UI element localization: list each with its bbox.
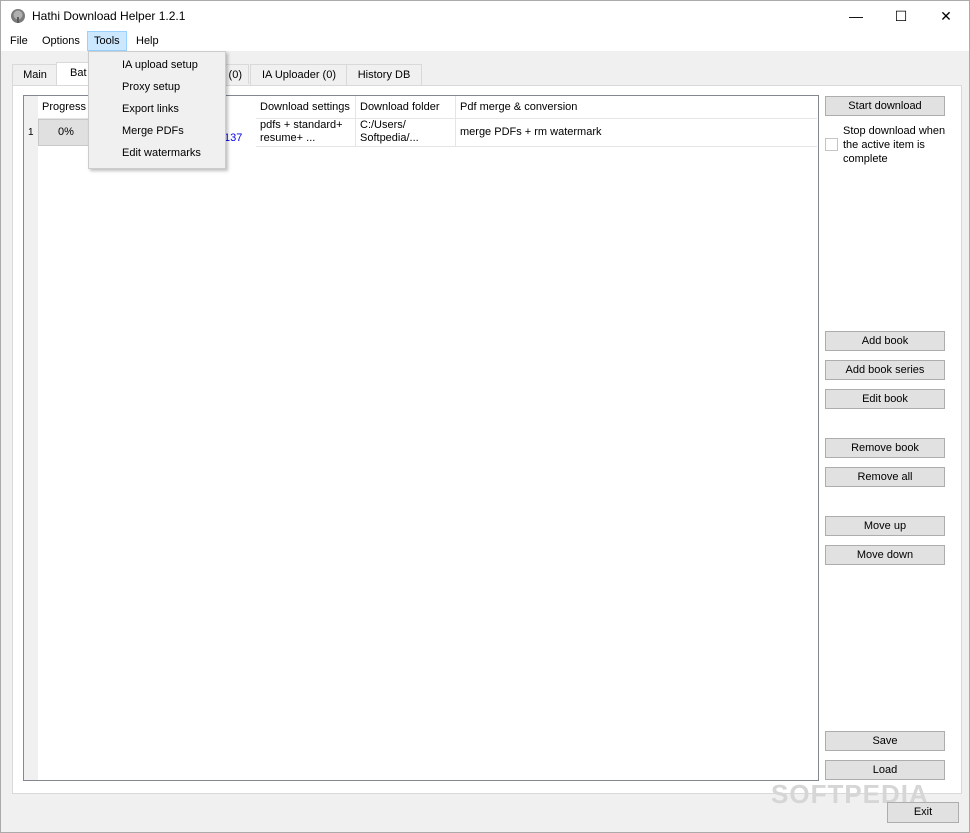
- move-up-button[interactable]: Move up: [825, 516, 945, 536]
- row-index: 1: [28, 127, 34, 138]
- batch-grid[interactable]: Progress Download settings Download fold…: [23, 95, 819, 781]
- menu-options[interactable]: Options: [36, 32, 86, 50]
- progress-cell: 0%: [38, 119, 94, 146]
- stop-when-complete-checkbox[interactable]: [825, 138, 838, 151]
- menu-item-ia-upload-setup[interactable]: IA upload setup: [122, 59, 198, 71]
- menu-tools[interactable]: Tools: [87, 31, 127, 51]
- start-download-button[interactable]: Start download: [825, 96, 945, 116]
- exit-button[interactable]: Exit: [887, 802, 959, 823]
- menu-bar: File Options Tools Help: [1, 31, 969, 51]
- add-book-button[interactable]: Add book: [825, 331, 945, 351]
- column-header-pdf-merge[interactable]: Pdf merge & conversion: [456, 96, 817, 119]
- download-settings-cell: pdfs + standard+ resume+ ...: [256, 119, 356, 147]
- column-header-download-settings[interactable]: Download settings: [256, 96, 356, 119]
- maximize-icon: ☐: [894, 7, 908, 24]
- tab-ia-uploader[interactable]: IA Uploader (0): [250, 64, 348, 85]
- maximize-button[interactable]: ☐: [878, 1, 924, 31]
- remove-all-button[interactable]: Remove all: [825, 467, 945, 487]
- move-down-button[interactable]: Move down: [825, 545, 945, 565]
- elephant-app-icon: [11, 9, 25, 23]
- remove-book-button[interactable]: Remove book: [825, 438, 945, 458]
- menu-item-export-links[interactable]: Export links: [122, 103, 179, 115]
- menu-item-proxy-setup[interactable]: Proxy setup: [122, 81, 180, 93]
- menu-item-edit-watermarks[interactable]: Edit watermarks: [122, 147, 201, 159]
- minimize-icon: —: [849, 8, 863, 24]
- menu-item-merge-pdfs[interactable]: Merge PDFs: [122, 125, 184, 137]
- row-header-column: [24, 96, 38, 780]
- add-book-series-button[interactable]: Add book series: [825, 360, 945, 380]
- load-button[interactable]: Load: [825, 760, 945, 780]
- close-button[interactable]: ✕: [923, 1, 969, 31]
- window-title: Hathi Download Helper 1.2.1: [32, 9, 186, 23]
- save-button[interactable]: Save: [825, 731, 945, 751]
- tools-dropdown-menu: IA upload setup Proxy setup Export links…: [88, 51, 226, 169]
- stop-when-complete-label: Stop download when the active item is co…: [843, 125, 946, 165]
- menu-help[interactable]: Help: [130, 32, 165, 50]
- minimize-button[interactable]: —: [833, 1, 879, 31]
- app-window: Hathi Download Helper 1.2.1 — ☐ ✕ File O…: [0, 0, 970, 833]
- tab-main[interactable]: Main: [12, 64, 58, 85]
- title-bar: Hathi Download Helper 1.2.1 — ☐ ✕: [1, 1, 969, 31]
- tab-history-db[interactable]: History DB: [346, 64, 422, 85]
- column-header-download-folder[interactable]: Download folder: [356, 96, 456, 119]
- download-folder-cell: C:/Users/ Softpedia/...: [356, 119, 456, 147]
- close-icon: ✕: [940, 7, 952, 24]
- pdf-merge-cell: merge PDFs + rm watermark: [456, 119, 817, 147]
- book-link[interactable]: 137: [224, 132, 242, 144]
- edit-book-button[interactable]: Edit book: [825, 389, 945, 409]
- menu-file[interactable]: File: [4, 32, 34, 50]
